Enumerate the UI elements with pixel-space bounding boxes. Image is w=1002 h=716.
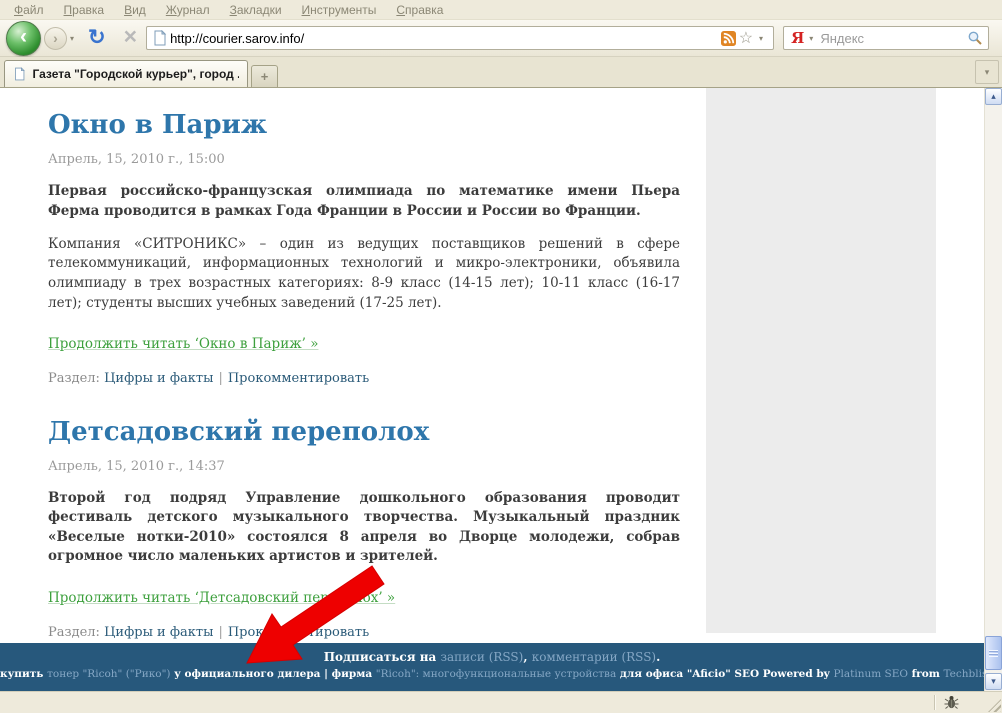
comment-link[interactable]: Прокомментировать bbox=[228, 371, 369, 386]
footer-text: , bbox=[523, 650, 531, 664]
scroll-down-icon: ▾ bbox=[991, 676, 996, 687]
tab-page-icon bbox=[13, 67, 26, 81]
footer-text: для офиса "Aficio" SEO Powered by bbox=[616, 668, 833, 680]
tab-title: Газета "Городской курьер", город ... bbox=[32, 67, 239, 81]
read-more-link[interactable]: Продолжить читать ‘Детсадовский переполо… bbox=[48, 590, 395, 606]
search-engine-dropdown-icon[interactable]: ▾ bbox=[806, 34, 818, 43]
bookmark-dropdown-icon[interactable]: ▾ bbox=[756, 34, 768, 43]
article-body: Компания «СИТРОНИКС» – один из ведущих п… bbox=[48, 235, 680, 313]
section-link[interactable]: Цифры и факты bbox=[104, 625, 213, 640]
footer-link-posts-rss[interactable]: записи (RSS) bbox=[440, 650, 523, 664]
bookmark-star-icon[interactable]: ☆ bbox=[736, 28, 756, 48]
section-link[interactable]: Цифры и факты bbox=[104, 371, 213, 386]
scrollbar-thumb[interactable] bbox=[985, 636, 1002, 670]
back-button[interactable]: ‹ bbox=[6, 21, 41, 56]
menu-item-help[interactable]: Справка bbox=[386, 1, 453, 19]
menu-item-tools[interactable]: Инструменты bbox=[292, 1, 387, 19]
address-bar[interactable]: ☆ ▾ bbox=[146, 26, 774, 50]
status-bar bbox=[0, 691, 1002, 713]
section-label: Раздел: bbox=[48, 371, 100, 386]
menu-item-edit[interactable]: Правка bbox=[54, 1, 115, 19]
footer-credits-line: купить тонер "Ricoh" ("Рико") у официаль… bbox=[0, 667, 984, 682]
meta-separator: | bbox=[213, 371, 227, 386]
back-icon: ‹ bbox=[20, 25, 27, 49]
footer-link-techblissonline[interactable]: Techblissonline bbox=[943, 668, 984, 680]
yandex-logo-icon: Я bbox=[789, 29, 806, 47]
menu-item-bookmarks[interactable]: Закладки bbox=[220, 1, 292, 19]
status-divider bbox=[934, 695, 936, 710]
footer-text: купить bbox=[0, 668, 47, 680]
footer-link-toner[interactable]: тонер "Ricoh" ("Рико") bbox=[47, 668, 170, 680]
footer-link-ricoh[interactable]: "Ricoh": многофункциональные устройства bbox=[376, 668, 616, 680]
article-title-link[interactable]: Детсадовский переполох bbox=[48, 417, 680, 448]
menu-item-file[interactable]: Файл bbox=[4, 1, 54, 19]
scroll-down-button[interactable]: ▾ bbox=[985, 673, 1002, 690]
navigation-toolbar: ‹ › ▾ ↻ × ☆ ▾ Я ▾ bbox=[0, 20, 1002, 57]
footer-subscribe-line: Подписаться на записи (RSS), комментарии… bbox=[0, 650, 984, 665]
new-tab-button[interactable]: + bbox=[251, 65, 278, 87]
read-more-link[interactable]: Продолжить читать ‘Окно в Париж’ » bbox=[48, 336, 318, 352]
site-footer: Подписаться на записи (RSS), комментарии… bbox=[0, 643, 984, 691]
history-dropdown-icon[interactable]: ▾ bbox=[67, 34, 79, 43]
tab-bar: Газета "Городской курьер", город ... + ▾ bbox=[0, 57, 1002, 88]
section-label: Раздел: bbox=[48, 625, 100, 640]
vertical-scrollbar[interactable]: ▴ ▾ bbox=[984, 88, 1002, 691]
article-date: Апрель, 15, 2010 г., 15:00 bbox=[48, 152, 680, 167]
article-date: Апрель, 15, 2010 г., 14:37 bbox=[48, 459, 680, 474]
footer-link-platinum-seo[interactable]: Platinum SEO bbox=[833, 668, 908, 680]
footer-text: Подписаться на bbox=[324, 650, 441, 664]
window-resize-grip[interactable] bbox=[988, 699, 1001, 712]
article-lead: Второй год подряд Управление дошкольного… bbox=[48, 489, 680, 567]
menu-item-history[interactable]: Журнал bbox=[156, 1, 220, 19]
article-title-link[interactable]: Окно в Париж bbox=[48, 110, 680, 141]
search-magnifier-icon[interactable] bbox=[967, 30, 983, 46]
menu-bar: Файл Правка Вид Журнал Закладки Инструме… bbox=[0, 0, 1002, 20]
reload-button[interactable]: ↻ bbox=[79, 25, 115, 50]
article-meta: Раздел: Цифры и факты|Прокомментировать bbox=[48, 625, 680, 640]
scroll-up-button[interactable]: ▴ bbox=[985, 88, 1002, 105]
article: Окно в Париж Апрель, 15, 2010 г., 15:00 … bbox=[48, 110, 680, 386]
footer-text: . bbox=[656, 650, 660, 664]
menu-item-view[interactable]: Вид bbox=[114, 1, 156, 19]
rss-icon[interactable] bbox=[721, 31, 736, 46]
sidebar-placeholder bbox=[706, 88, 936, 633]
forward-button[interactable]: › bbox=[44, 27, 67, 50]
search-input[interactable] bbox=[818, 30, 967, 47]
article-meta: Раздел: Цифры и факты|Прокомментировать bbox=[48, 371, 680, 386]
page-icon bbox=[152, 30, 168, 46]
page-viewport: Окно в Париж Апрель, 15, 2010 г., 15:00 … bbox=[0, 88, 984, 691]
plus-icon: + bbox=[261, 69, 269, 84]
article-list: Окно в Париж Апрель, 15, 2010 г., 15:00 … bbox=[48, 88, 680, 691]
scroll-up-icon: ▴ bbox=[991, 91, 996, 102]
footer-text: у официального дилера | фирма bbox=[171, 668, 376, 680]
stop-button[interactable]: × bbox=[115, 23, 146, 50]
comment-link[interactable]: Прокомментировать bbox=[228, 625, 369, 640]
tab-list-dropdown-button[interactable]: ▾ bbox=[975, 60, 999, 84]
footer-text: from bbox=[908, 668, 943, 680]
article-lead: Первая российско-французская олимпиада п… bbox=[48, 182, 680, 221]
extension-bug-icon[interactable] bbox=[943, 694, 960, 711]
forward-icon: › bbox=[53, 30, 58, 46]
chevron-down-icon: ▾ bbox=[985, 67, 990, 78]
search-box[interactable]: Я ▾ bbox=[783, 26, 989, 50]
article: Детсадовский переполох Апрель, 15, 2010 … bbox=[48, 417, 680, 640]
meta-separator: | bbox=[213, 625, 227, 640]
footer-link-comments-rss[interactable]: комментарии (RSS) bbox=[532, 650, 656, 664]
url-input[interactable] bbox=[168, 30, 721, 47]
tab-active[interactable]: Газета "Городской курьер", город ... bbox=[4, 60, 248, 87]
